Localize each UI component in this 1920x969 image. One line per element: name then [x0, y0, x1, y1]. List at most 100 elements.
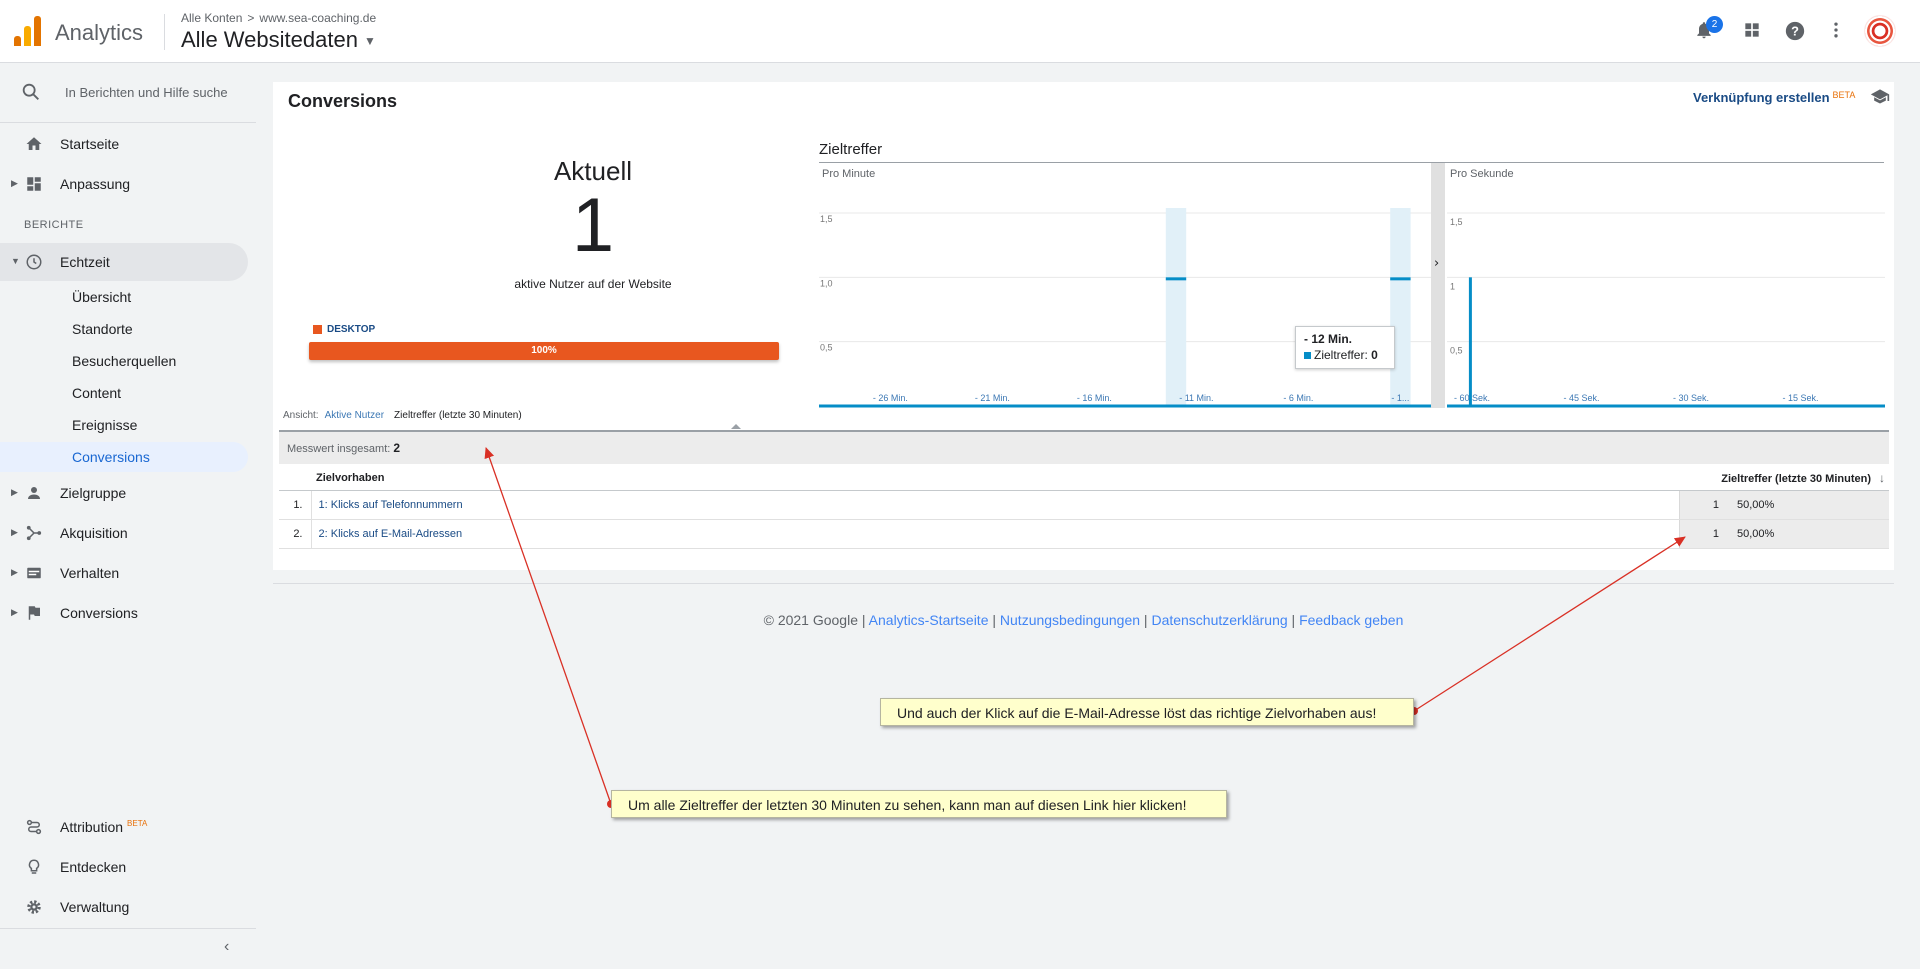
sidebar-item-akquisition[interactable]: ▶ Akquisition: [0, 514, 248, 552]
sidebar-item-label: Anpassung: [60, 176, 131, 192]
home-icon: [24, 135, 44, 153]
expand-arrow-icon: ▶: [11, 607, 18, 617]
sidebar-subitem-ereignisse[interactable]: Ereignisse: [0, 410, 248, 440]
footer-sep: |: [861, 612, 866, 628]
footer-divider: [273, 583, 1894, 584]
sidebar-item-label: Conversions: [60, 605, 138, 621]
sidebar-item-label: Entdecken: [60, 859, 127, 875]
footer-link-nutzungsbedingungen[interactable]: Nutzungsbedingungen: [1000, 612, 1140, 628]
sidebar-item-verwaltung[interactable]: Verwaltung: [0, 888, 248, 926]
goal-link-email[interactable]: 2: Klicks auf E-Mail-Adressen: [312, 528, 463, 540]
expand-arrow-icon: ▶: [11, 567, 18, 577]
sidebar-subitem-conversions[interactable]: Conversions: [0, 442, 248, 472]
sidebar-item-verhalten[interactable]: ▶ Verhalten: [0, 554, 248, 592]
collapse-sidebar-icon[interactable]: ‹: [224, 938, 229, 956]
sidebar-item-startseite[interactable]: Startseite: [0, 125, 248, 163]
avatar[interactable]: [1864, 15, 1896, 47]
x-tick-label: - 30 Sek.: [1673, 393, 1709, 403]
sidebar-item-anpassung[interactable]: ▶ Anpassung: [0, 165, 248, 203]
goal-hits-value: 1: [1678, 519, 1729, 549]
breadcrumb[interactable]: Alle Konten > www.sea-coaching.de: [181, 11, 376, 25]
index-header: [279, 466, 311, 491]
x-tick-label: - 26 Min.: [873, 393, 908, 403]
footer: © 2021 Google | Analytics-Startseite | N…: [273, 612, 1894, 628]
sidebar: In Berichten und Hilfe suche Startseite …: [0, 64, 256, 969]
sidebar-item-label: Akquisition: [60, 525, 128, 541]
sidebar-subitem-label: Standorte: [72, 321, 133, 337]
device-legend-label: DESKTOP: [327, 324, 376, 335]
lightbulb-icon: [24, 858, 44, 876]
goal-hits-percent: 50,00%: [1729, 519, 1889, 549]
table-row: 2. 2: Klicks auf E-Mail-Adressen 1 50,00…: [279, 519, 1889, 549]
graduation-cap-icon[interactable]: [1870, 88, 1890, 109]
x-tick-label: - 16 Min.: [1077, 393, 1112, 403]
y-tick-label: 1,5: [820, 214, 833, 224]
row-index: 1.: [279, 490, 312, 520]
footer-sep: |: [1143, 612, 1148, 628]
goal-link-telefon[interactable]: 1: Klicks auf Telefonnummern: [312, 499, 463, 511]
sidebar-item-label: Attribution BETA: [60, 819, 147, 835]
sidebar-item-echtzeit[interactable]: ▼ Echtzeit: [0, 243, 248, 281]
expand-arrow-icon: ▶: [11, 527, 18, 537]
y-tick-label: 1: [1450, 281, 1455, 291]
app-name: Analytics: [55, 20, 144, 45]
table-header-row: Zielvorhaben Zieltreffer (letzte 30 Minu…: [279, 466, 1889, 491]
sidebar-subitem-content[interactable]: Content: [0, 378, 248, 408]
sidebar-item-entdecken[interactable]: Entdecken: [0, 848, 248, 886]
header-divider: [164, 14, 165, 50]
sort-desc-icon[interactable]: ↓: [1879, 471, 1885, 485]
goal-cell: 1: Klicks auf Telefonnummern: [311, 490, 1679, 520]
sidebar-item-zielgruppe[interactable]: ▶ Zielgruppe: [0, 474, 248, 512]
create-shortcut-link[interactable]: Verknüpfung erstellen BETA: [1693, 90, 1855, 105]
goal-column-header[interactable]: Zielvorhaben: [311, 466, 1679, 491]
notification-badge: 2: [1706, 16, 1723, 33]
apps-icon[interactable]: [1740, 20, 1764, 44]
sidebar-item-attribution[interactable]: Attribution BETA: [0, 808, 248, 846]
scrollbar[interactable]: [1908, 64, 1920, 969]
sidebar-search[interactable]: In Berichten und Hilfe suche: [0, 74, 256, 110]
sidebar-subitem-besucherquellen[interactable]: Besucherquellen: [0, 346, 248, 376]
analytics-logo-icon[interactable]: [14, 16, 42, 46]
y-tick-label: 1,5: [1450, 217, 1463, 227]
footer-copyright: © 2021 Google: [763, 612, 858, 628]
footer-link-datenschutz[interactable]: Datenschutzerklärung: [1151, 612, 1287, 628]
collapse-arrow-icon: ▼: [11, 256, 20, 266]
device-legend-swatch: [313, 325, 322, 334]
sidebar-subitem-uebersicht[interactable]: Übersicht: [0, 282, 248, 312]
tooltip-value: 0: [1371, 348, 1378, 362]
current-value: 1: [571, 183, 615, 268]
top-header: Analytics Alle Konten > www.sea-coaching.d…: [0, 0, 1920, 63]
create-shortcut-label: Verknüpfung erstellen: [1693, 90, 1830, 105]
view-goal-hits-tab[interactable]: Zieltreffer (letzte 30 Minuten): [394, 410, 522, 421]
goal-hits-percent: 50,00%: [1729, 490, 1889, 520]
x-tick-label: - 60 Sek.: [1454, 393, 1490, 403]
sidebar-subitem-standorte[interactable]: Standorte: [0, 314, 248, 344]
attribution-label: Attribution: [60, 819, 124, 835]
search-icon: [20, 81, 42, 103]
acquisition-icon: [24, 524, 44, 542]
goal-cell: 2: Klicks auf E-Mail-Adressen: [311, 519, 1679, 549]
breadcrumb-property[interactable]: www.sea-coaching.de: [259, 11, 376, 25]
more-icon[interactable]: [1824, 20, 1848, 44]
metric-column-label: Zieltreffer (letzte 30 Minuten): [1721, 472, 1871, 485]
conversions-card: Conversions Verknüpfung erstellen BETA Ak…: [273, 82, 1894, 570]
sidebar-item-label: Verhalten: [60, 565, 120, 581]
bar: [1165, 277, 1187, 281]
clock-icon: [24, 253, 44, 271]
footer-link-startseite[interactable]: Analytics-Startseite: [869, 612, 989, 628]
sidebar-item-conversions[interactable]: ▶ Conversions: [0, 594, 248, 632]
chart-title: Zieltreffer: [819, 141, 883, 158]
divider: [0, 122, 256, 123]
breadcrumb-account[interactable]: Alle Konten: [181, 11, 242, 25]
panel-title-per-second: Pro Sekunde: [1450, 168, 1514, 180]
property-name: Alle Websitedaten: [181, 27, 358, 52]
view-active-users-link[interactable]: Aktive Nutzer: [325, 410, 384, 421]
footer-link-feedback[interactable]: Feedback geben: [1299, 612, 1403, 628]
help-icon[interactable]: ?: [1783, 20, 1807, 44]
search-placeholder: In Berichten und Hilfe suche: [65, 85, 228, 100]
bar: [1468, 277, 1472, 406]
panel-divider: [1431, 163, 1445, 408]
breadcrumb-separator: >: [247, 11, 255, 25]
property-selector[interactable]: Alle Websitedaten ▼: [181, 27, 376, 53]
metric-column-header[interactable]: Zieltreffer (letzte 30 Minuten) ↓: [1679, 466, 1889, 491]
